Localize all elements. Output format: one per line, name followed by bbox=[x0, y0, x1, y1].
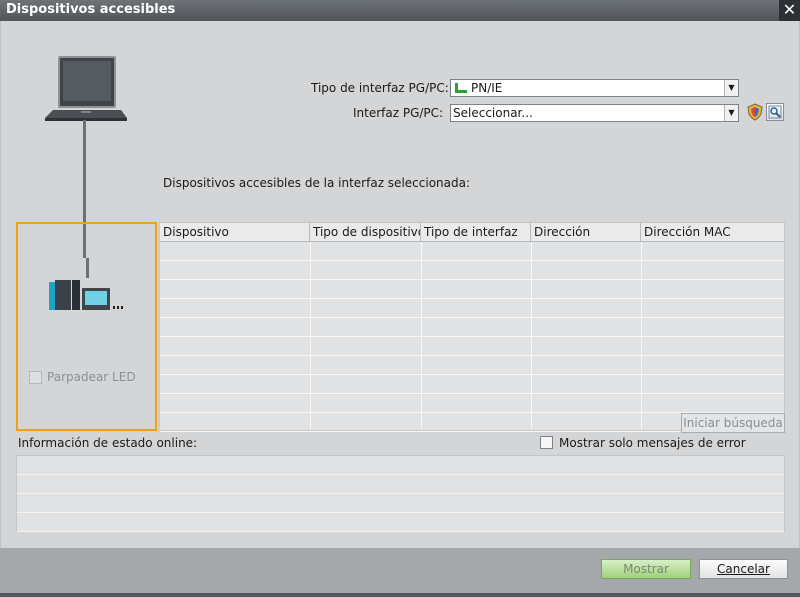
list-item bbox=[17, 494, 784, 513]
magnifier-icon bbox=[768, 105, 782, 119]
list-item bbox=[17, 513, 784, 532]
column-divider bbox=[531, 242, 532, 430]
devices-section-title: Dispositivos accesibles de la interfaz s… bbox=[163, 176, 471, 190]
cancel-button-label: Cancelar bbox=[717, 562, 770, 576]
cancel-button[interactable]: Cancelar bbox=[699, 559, 788, 579]
table-row[interactable] bbox=[160, 394, 784, 413]
table-row[interactable] bbox=[160, 299, 784, 318]
column-header-tipo-dispositivo[interactable]: Tipo de dispositivo bbox=[310, 223, 421, 242]
column-header-dispositivo[interactable]: Dispositivo bbox=[160, 223, 310, 242]
shield-icon[interactable] bbox=[746, 103, 764, 121]
blink-led-checkbox[interactable] bbox=[29, 371, 42, 384]
dialog-body: Parpadear LED Tipo de interfaz PG/PC: PN… bbox=[0, 21, 800, 548]
plc-device-icon bbox=[49, 280, 123, 310]
show-button[interactable]: Mostrar bbox=[601, 559, 691, 579]
only-errors-checkbox[interactable] bbox=[540, 436, 553, 449]
list-item bbox=[17, 456, 784, 475]
table-row[interactable] bbox=[160, 375, 784, 394]
table-row[interactable] bbox=[160, 261, 784, 280]
close-button[interactable]: ✕ bbox=[779, 0, 800, 21]
online-status-list[interactable] bbox=[16, 455, 785, 532]
table-row[interactable] bbox=[160, 356, 784, 375]
start-search-button[interactable]: Iniciar búsqueda bbox=[681, 413, 785, 433]
table-row[interactable] bbox=[160, 280, 784, 299]
interface-select[interactable]: Seleccionar... ▼ bbox=[450, 104, 739, 122]
interface-type-value: PN/IE bbox=[471, 81, 503, 95]
list-item bbox=[17, 475, 784, 494]
table-row[interactable] bbox=[160, 337, 784, 356]
column-divider bbox=[421, 242, 422, 430]
window-title: Dispositivos accesibles bbox=[6, 2, 176, 17]
column-divider bbox=[310, 242, 311, 430]
show-button-label: Mostrar bbox=[623, 562, 669, 576]
target-device-panel: Parpadear LED bbox=[16, 222, 157, 431]
interface-type-label: Tipo de interfaz PG/PC: bbox=[311, 81, 449, 95]
column-header-direccion-mac[interactable]: Dirección MAC bbox=[641, 223, 784, 242]
chevron-down-icon[interactable]: ▼ bbox=[724, 80, 738, 96]
dialog-footer: Mostrar Cancelar bbox=[0, 548, 800, 597]
column-header-direccion[interactable]: Dirección bbox=[531, 223, 641, 242]
diagnostics-button[interactable] bbox=[766, 103, 784, 121]
column-divider bbox=[641, 242, 642, 430]
laptop-icon bbox=[45, 56, 127, 121]
interface-type-select[interactable]: PN/IE ▼ bbox=[450, 79, 739, 97]
online-status-title: Información de estado online: bbox=[18, 436, 198, 450]
chevron-down-icon[interactable]: ▼ bbox=[724, 105, 738, 121]
devices-table[interactable]: Dispositivo Tipo de dispositivo Tipo de … bbox=[159, 222, 785, 432]
blink-led-label: Parpadear LED bbox=[47, 370, 136, 384]
close-icon: ✕ bbox=[782, 0, 797, 19]
title-bar: Dispositivos accesibles ✕ bbox=[0, 0, 800, 21]
table-row[interactable] bbox=[160, 242, 784, 261]
table-row[interactable] bbox=[160, 318, 784, 337]
table-header: Dispositivo Tipo de dispositivo Tipo de … bbox=[160, 223, 784, 242]
only-errors-label: Mostrar solo mensajes de error bbox=[559, 436, 746, 450]
network-icon bbox=[455, 83, 467, 93]
footer-edge bbox=[0, 593, 800, 597]
column-header-tipo-interfaz[interactable]: Tipo de interfaz bbox=[421, 223, 531, 242]
interface-value: Seleccionar... bbox=[453, 106, 533, 120]
interface-label: Interfaz PG/PC: bbox=[353, 106, 444, 120]
